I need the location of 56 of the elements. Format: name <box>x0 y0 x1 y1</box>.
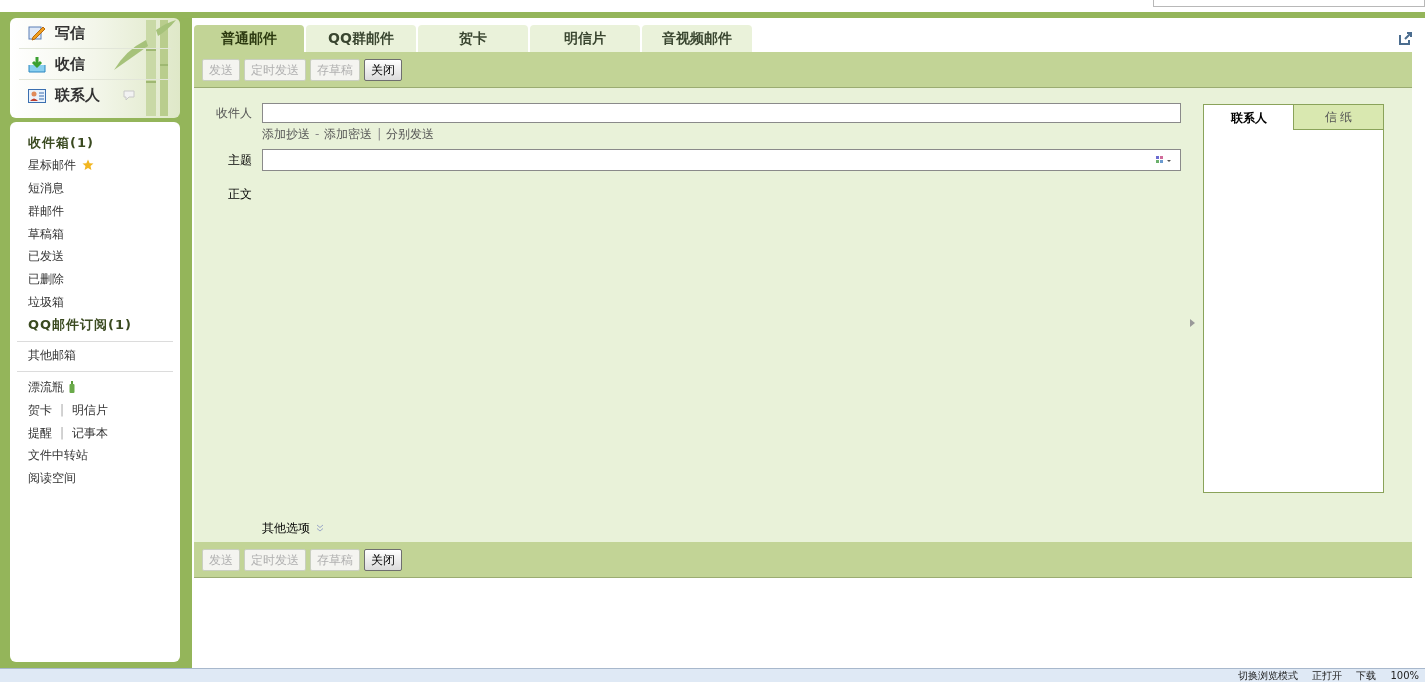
status-item[interactable]: 100% <box>1390 669 1419 682</box>
tab[interactable]: 音视频邮件 <box>642 25 752 52</box>
download-tray-icon <box>28 55 46 73</box>
status-item[interactable]: 正打开 <box>1312 669 1343 682</box>
field-label: 正文 <box>227 186 252 203</box>
tab[interactable]: 贺卡 <box>418 25 528 52</box>
recipient-link[interactable]: 分别发送 <box>386 125 435 143</box>
status-item[interactable]: 切换浏览模式 <box>1238 669 1299 682</box>
search-field[interactable] <box>1153 0 1425 7</box>
toolbar-button[interactable]: 关闭 <box>364 58 402 81</box>
expand-arrow-icon[interactable] <box>1189 318 1195 327</box>
folder-link[interactable]: 垃圾箱 <box>28 292 64 311</box>
more-options-link[interactable]: 其他选项 <box>262 519 310 537</box>
popout-icon[interactable] <box>1399 32 1412 45</box>
folder-link[interactable]: 已发送 <box>28 247 64 266</box>
field-label: 收件人 <box>215 105 252 122</box>
status-item[interactable]: 下载 <box>1356 669 1377 682</box>
nav-link[interactable]: 写信 <box>55 21 85 45</box>
nav-link[interactable]: 联系人 <box>55 84 100 107</box>
recipient-input[interactable] <box>262 103 1181 123</box>
recipient-link[interactable]: 添加密送 <box>324 125 373 143</box>
folder-link[interactable]: 草稿箱 <box>28 224 64 243</box>
bottle-icon <box>69 381 75 394</box>
folder-link[interactable]: 群邮件 <box>28 201 64 220</box>
separator: | <box>60 402 65 420</box>
recipient-link[interactable]: 添加抄送 <box>262 125 310 143</box>
chat-bubble-icon <box>123 90 135 101</box>
app-link[interactable]: 阅读空间 <box>28 468 76 487</box>
subject-input[interactable] <box>262 149 1181 171</box>
star-icon <box>82 159 94 172</box>
app-link[interactable]: 提醒 <box>28 423 52 442</box>
tab[interactable]: QQ群邮件 <box>306 25 416 52</box>
tab[interactable]: 普通邮件 <box>194 25 304 52</box>
app-link[interactable]: 文件中转站 <box>28 446 88 465</box>
double-chevron-icon <box>316 524 324 532</box>
grid-dropdown-icon[interactable] <box>1156 155 1174 165</box>
app-link[interactable]: 记事本 <box>72 423 109 442</box>
toolbar-button[interactable]: 关闭 <box>364 548 402 571</box>
folder-link[interactable]: 收件箱(1) <box>28 132 94 153</box>
folder-link[interactable]: 已删除 <box>28 270 64 289</box>
app-link[interactable]: 明信片 <box>72 401 109 420</box>
field-label: 主题 <box>227 152 252 169</box>
folder-link[interactable]: 星标邮件 <box>28 156 76 175</box>
nav-link[interactable]: 收信 <box>55 52 85 76</box>
panel-tab[interactable]: 信 纸 <box>1293 105 1383 130</box>
tab[interactable]: 明信片 <box>530 25 640 52</box>
contact-card-icon <box>28 88 46 103</box>
folder-link[interactable]: QQ邮件订阅(1) <box>28 315 133 335</box>
separator: | <box>60 424 65 442</box>
pencil-note-icon <box>28 25 46 41</box>
folder-link[interactable]: 短消息 <box>28 179 64 197</box>
app-link[interactable]: 贺卡 <box>28 401 52 420</box>
app-link[interactable]: 漂流瓶 <box>28 378 64 397</box>
separator: | <box>377 126 382 143</box>
folder-link[interactable]: 其他邮箱 <box>28 345 76 364</box>
separator: - <box>315 126 320 143</box>
